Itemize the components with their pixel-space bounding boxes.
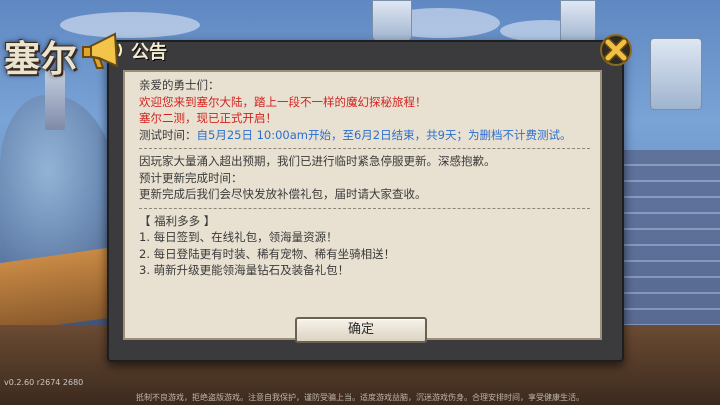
test-time-label: 测试时间： [139, 127, 197, 142]
benefit-item: 1. 每日签到、在线礼包，领海量资源！ [139, 230, 338, 244]
game-logo: 塞尔 [4, 38, 79, 80]
announcement-dialog: 公告 亲爱的勇士们： 欢迎您来到塞尔大陆，踏上一段不一样的魔幻探秘旅程！ 塞尔二… [82, 32, 632, 362]
welcome-text: 欢迎您来到塞尔大陆，踏上一段不一样的魔幻探秘旅程！ [139, 94, 427, 109]
launch-text: 塞尔二测，现已正式开启！ [139, 111, 277, 125]
background-sail [650, 38, 702, 110]
maintenance-text: 因玩家大量涌入超出预期，我们已进行临时紧急停服更新。深感抱歉。 [139, 154, 496, 168]
greeting-line: 亲爱的勇士们： [139, 77, 590, 94]
benefits-title: 【 福利多多 】 [139, 213, 216, 228]
maintenance-text: 更新完成后我们会尽快发放补偿礼包，届时请大家查收。 [139, 187, 427, 201]
background-sail [372, 0, 412, 42]
benefit-item: 3. 萌新升级更能领海量钻石及装备礼包！ [139, 263, 350, 277]
dialog-header: 公告 [82, 32, 632, 69]
test-time-value: 自5月25日 10:00am开始，至6月2日结束，共9天；为删档不计费测试。 [196, 127, 572, 142]
megaphone-icon [81, 32, 125, 72]
version-label: v0.2.60 r2674 2680 [4, 378, 84, 387]
close-button[interactable] [598, 32, 634, 68]
background-sail [560, 0, 596, 44]
test-time-line: 测试时间：自5月25日 10:00am开始，至6月2日结束，共9天；为删档不计费… [139, 127, 590, 144]
benefit-item: 2. 每日登陆更有时装、稀有宠物、稀有坐骑相送！ [139, 246, 396, 261]
announcement-content: 亲爱的勇士们： 欢迎您来到塞尔大陆，踏上一段不一样的魔幻探秘旅程！ 塞尔二测，现… [123, 70, 602, 340]
greeting-text: 亲爱的勇士们： [139, 78, 220, 92]
confirm-button[interactable]: 确定 [295, 317, 427, 343]
section-divider [139, 207, 590, 209]
maintenance-text: 预计更新完成时间： [139, 170, 243, 185]
section-divider [139, 148, 590, 149]
close-icon[interactable] [598, 32, 634, 68]
game-screen: 塞尔 公告 亲爱的勇士们： 欢迎您来到塞尔大陆，踏上一段不一样的魔幻探秘旅程！ … [0, 0, 720, 405]
background-deck [0, 246, 115, 334]
health-notice: 抵制不良游戏，拒绝盗版游戏。注意自我保护，谨防受骗上当。适度游戏益脑，沉迷游戏伤… [136, 393, 584, 402]
dialog-title: 公告 [131, 42, 167, 63]
